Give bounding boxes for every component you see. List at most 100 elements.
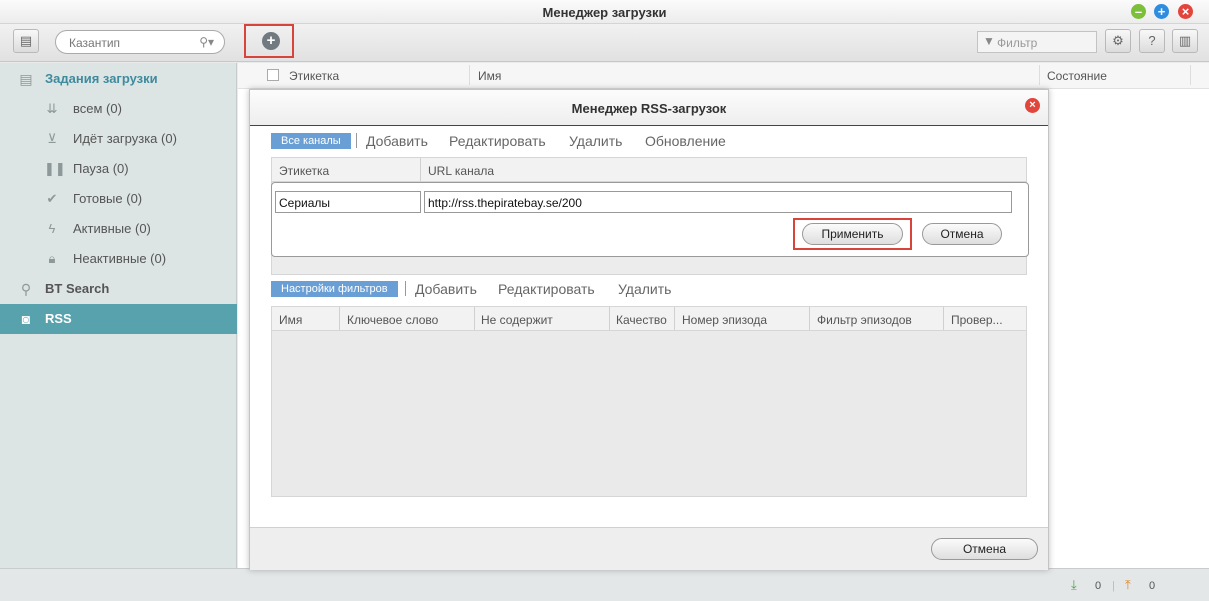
dialog-close-icon[interactable]: × [1025,98,1040,113]
sidebar-item-paused[interactable]: ❚❚ Пауза (0) [0,154,237,184]
column-divider [469,65,470,85]
search-input[interactable]: Казантип ⚲▾ [55,30,225,54]
sidebar-item-bt-search[interactable]: ⚲ BT Search [0,274,237,304]
channels-grid-header: Этикетка URL канала [272,158,1026,182]
tab-all-channels[interactable]: Все каналы [271,133,351,149]
dialog-footer: Отмена [250,527,1048,570]
cancel-button[interactable]: Отмена [922,223,1002,245]
sidebar-item-label: всем (0) [73,101,122,116]
pause-icon: ❚❚ [44,161,66,176]
sidebar: ▤ Задания загрузки ⇊ всем (0) ⊻ Идёт заг… [0,63,237,568]
sidebar-item-label: Пауза (0) [73,161,129,176]
tab-filter-settings[interactable]: Настройки фильтров [271,281,398,297]
filters-grid-header: Имя Ключевое слово Не содержит Качество … [272,307,1026,331]
apply-highlight-box: Применить [793,218,912,250]
sidebar-header-label: Задания загрузки [45,71,158,86]
column-check[interactable]: Провер... [951,313,1003,327]
maximize-icon[interactable]: + [1154,4,1169,19]
lightning-icon: ϟ [48,221,56,236]
dialog-titlebar: Менеджер RSS-загрузок × [250,90,1048,126]
sidebar-item-label: Неактивные (0) [73,251,167,266]
search-icon: ⚲▾ [199,35,214,49]
channel-label-input[interactable]: Сериалы [275,191,421,213]
column-name[interactable]: Имя [279,313,302,327]
sidebar-bt-search-label: BT Search [45,281,110,296]
filter-input[interactable]: ▼ Фильтр [977,31,1097,53]
column-divider [1190,65,1191,85]
channel-url-input[interactable]: http://rss.thepiratebay.se/200 [424,191,1012,213]
download-count: 0 [1095,580,1102,592]
add-channel-link[interactable]: Добавить [366,133,428,149]
column-episode-filter[interactable]: Фильтр эпизодов [817,313,912,327]
column-divider [609,307,610,330]
toolbar-divider [405,281,406,296]
sidebar-item-all[interactable]: ⇊ всем (0) [0,94,237,124]
column-divider [474,307,475,330]
sidebar-item-rss[interactable]: ◙ RSS [0,304,237,334]
column-url[interactable]: URL канала [428,164,494,178]
main-toolbar: ▤ Казантип ⚲▾ + ▼ Фильтр ⚙ ? ▥ [0,24,1209,62]
download-icon: ⤓ [1071,577,1077,592]
sidebar-toggle-button[interactable]: ▤ [13,29,39,53]
window-titlebar: Менеджер загрузки – + × [0,0,1209,24]
dialog-title: Менеджер RSS-загрузок [571,101,727,116]
clipboard-icon: ▤ [19,71,33,87]
apply-button[interactable]: Применить [802,223,903,245]
close-icon[interactable]: × [1178,4,1193,19]
columns-button[interactable]: ▥ [1172,29,1198,53]
sidebar-item-label: Идёт загрузка (0) [73,131,177,146]
delete-channel-link[interactable]: Удалить [569,133,622,149]
sidebar-item-active[interactable]: ϟ Активные (0) [0,214,237,244]
help-button[interactable]: ? [1139,29,1165,53]
column-name[interactable]: Имя [478,69,501,83]
column-divider [809,307,810,330]
refresh-channel-link[interactable]: Обновление [645,133,726,149]
sidebar-item-inactive[interactable]: 🔒︎ Неактивные (0) [0,244,237,274]
delete-filter-link[interactable]: Удалить [618,281,671,297]
sidebar-item-completed[interactable]: ✔ Готовые (0) [0,184,237,214]
add-download-button[interactable]: + [262,32,280,50]
status-bar: ⤓ 0 | ⤒ 0 [0,568,1209,601]
column-episode-number[interactable]: Номер эпизода [682,313,767,327]
check-icon: ✔ [46,191,58,206]
settings-button[interactable]: ⚙ [1105,29,1131,53]
select-all-checkbox[interactable] [267,69,279,81]
column-label[interactable]: Этикетка [279,164,329,178]
column-exclude[interactable]: Не содержит [481,313,553,327]
column-divider [1039,65,1040,85]
sidebar-item-tasks[interactable]: ▤ Задания загрузки [0,64,237,94]
minimize-icon[interactable]: – [1131,4,1146,19]
sidebar-rss-label: RSS [45,311,72,326]
upload-icon: ⤒ [1125,577,1131,592]
channel-editor-row: Сериалы http://rss.thepiratebay.se/200 П… [271,182,1029,257]
column-keyword[interactable]: Ключевое слово [347,313,438,327]
filters-grid: Имя Ключевое слово Не содержит Качество … [271,306,1027,497]
dialog-cancel-button[interactable]: Отмена [931,538,1038,560]
rss-manager-dialog: Менеджер RSS-загрузок × Все каналы Добав… [249,89,1049,570]
arrow-down-icon: ⇊ [46,101,58,116]
column-divider [674,307,675,330]
status-divider: | [1112,580,1115,592]
add-highlight-box: + [244,24,294,58]
channels-toolbar: Все каналы Добавить Редактировать Удалит… [271,133,1031,153]
gear-icon: ⚙ [1112,33,1124,48]
download-box-icon: ⊻ [47,131,57,146]
lock-icon: 🔒︎ [48,251,56,266]
upload-count: 0 [1149,580,1156,592]
columns-icon: ▥ [1178,33,1192,48]
rss-icon: ◙ [21,311,31,327]
column-divider [943,307,944,330]
column-status[interactable]: Состояние [1047,69,1107,83]
column-divider [339,307,340,330]
sidebar-item-label: Активные (0) [73,221,151,236]
funnel-icon: ▼ [983,34,995,48]
sidebar-item-downloading[interactable]: ⊻ Идёт загрузка (0) [0,124,237,154]
add-filter-link[interactable]: Добавить [415,281,477,297]
edit-channel-link[interactable]: Редактировать [449,133,546,149]
column-label[interactable]: Этикетка [289,69,339,83]
panel-icon: ▤ [19,33,33,48]
sidebar-item-label: Готовые (0) [73,191,143,206]
column-quality[interactable]: Качество [616,313,667,327]
edit-filter-link[interactable]: Редактировать [498,281,595,297]
column-divider [420,158,421,181]
